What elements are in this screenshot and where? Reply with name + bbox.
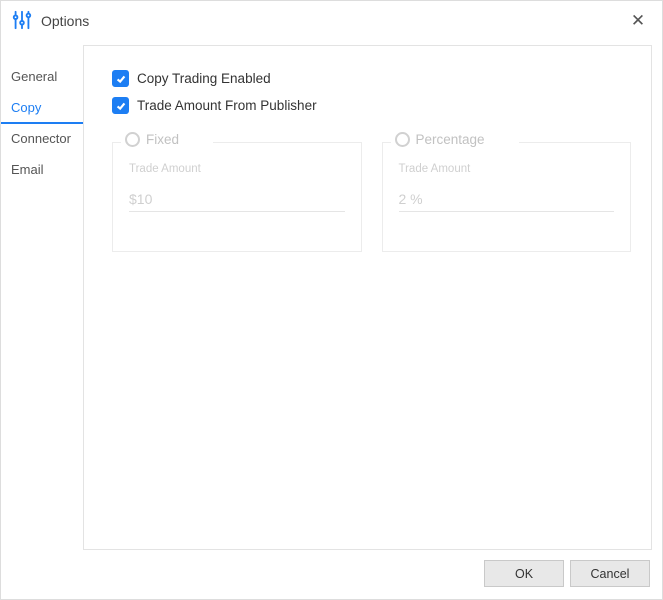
input-percentage-amount[interactable] [399,189,615,212]
content-panel: Copy Trading Enabled Trade Amount From P… [83,45,652,550]
close-button[interactable]: ✕ [626,9,650,33]
cancel-button[interactable]: Cancel [570,560,650,587]
tab-connector[interactable]: Connector [1,123,83,154]
checkbox-label: Copy Trading Enabled [137,71,271,86]
radio-fixed[interactable] [125,132,140,147]
legend-percentage: Percentage [391,132,519,147]
legend-percentage-text: Percentage [416,132,485,147]
titlebar: Options ✕ [1,1,662,39]
body: General Copy Connector Email Copy Tradin… [1,39,662,550]
input-fixed-amount[interactable] [129,189,345,212]
checkbox-row-copy-trading: Copy Trading Enabled [112,70,631,87]
title-left: Options [11,9,89,34]
checkbox-label: Trade Amount From Publisher [137,98,317,113]
ok-button[interactable]: OK [484,560,564,587]
footer: OK Cancel [1,550,662,599]
checkbox-copy-trading-enabled[interactable] [112,70,129,87]
tab-copy[interactable]: Copy [1,92,83,123]
checkbox-trade-amount-from-publisher[interactable] [112,97,129,114]
legend-fixed: Fixed [121,132,213,147]
field-label-percentage: Trade Amount [399,163,615,175]
legend-fixed-text: Fixed [146,132,179,147]
fieldset-percentage: Percentage Trade Amount [382,142,632,252]
content-outer: Copy Trading Enabled Trade Amount From P… [83,39,662,550]
sliders-icon [11,9,33,34]
radio-percentage[interactable] [395,132,410,147]
trade-amount-fieldsets: Fixed Trade Amount Percentage Trade Amou… [112,142,631,252]
sidebar: General Copy Connector Email [1,39,83,550]
tab-general[interactable]: General [1,61,83,92]
options-dialog: Options ✕ General Copy Connector Email C… [0,0,663,600]
window-title: Options [41,13,89,29]
fieldset-fixed: Fixed Trade Amount [112,142,362,252]
checkbox-row-trade-amount-publisher: Trade Amount From Publisher [112,97,631,114]
tab-email[interactable]: Email [1,154,83,185]
field-label-fixed: Trade Amount [129,163,345,175]
